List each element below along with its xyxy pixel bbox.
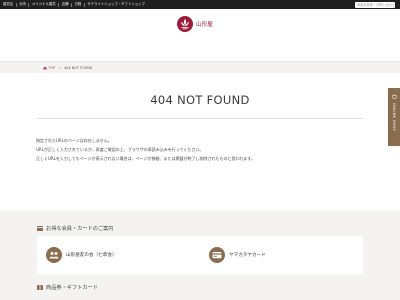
card-label: ヤマカタヤカード	[229, 253, 266, 258]
error-message-line: 正しくURLを入力してもページが表示されない場合は、ページが移動、または掲載が終…	[36, 156, 255, 161]
card-icon-circle	[209, 247, 225, 263]
members-section-title: お得な会員・カードのご案内	[46, 226, 114, 232]
online-shop-label: ONLINE SHOP	[392, 103, 396, 131]
members-section-header: お得な会員・カードのご案内	[37, 225, 113, 232]
top-nav-item[interactable]: サテライトショップ・ギフトショップ	[87, 0, 145, 9]
top-nav-item[interactable]: お肉	[19, 0, 26, 9]
error-message-line: 指定されたURLのページは存在しません。	[36, 138, 112, 143]
page-title: 404 NOT FOUND	[150, 93, 250, 107]
group-icon	[49, 252, 59, 259]
breadcrumb-separator: >	[58, 65, 62, 70]
breadcrumb-home-link[interactable]: TOP	[49, 66, 56, 70]
top-nav-divider	[28, 2, 30, 7]
tomo-no-kai-card[interactable]: 山形屋友の会（七草会）	[37, 236, 200, 274]
yamakataya-card[interactable]: ヤマカタヤカード	[200, 236, 363, 274]
shop-icon	[391, 94, 397, 99]
logo-text: 山形屋	[196, 22, 213, 28]
gift-card-icon	[37, 285, 43, 290]
gifts-section-header: 商品券・ギフトカード	[37, 284, 98, 291]
card-label: 山形屋友の会（七草会）	[66, 253, 117, 258]
home-icon	[43, 66, 47, 70]
logo-mark-icon	[177, 16, 193, 32]
search-placeholder: 商品を検索・お問い合わせ	[357, 3, 396, 7]
top-nav-item[interactable]: 雑貨店	[3, 0, 13, 9]
top-nav-divider	[70, 2, 72, 7]
top-bar: 雑貨店 お肉 オリジナル雑貨 店舗 日程 サテライトショップ・ギフトショップ 商…	[0, 0, 400, 9]
card-icon-circle	[46, 247, 62, 263]
breadcrumb-current: 404 NOT FOUND	[64, 65, 93, 70]
title-divider	[37, 118, 363, 119]
credit-card-icon	[212, 252, 222, 259]
top-nav-item[interactable]: 日程	[74, 0, 81, 9]
top-nav-divider	[15, 2, 17, 7]
online-shop-tab[interactable]: ONLINE SHOP	[388, 88, 400, 146]
top-nav: 雑貨店 お肉 オリジナル雑貨 店舗 日程 サテライトショップ・ギフトショップ	[3, 0, 145, 9]
search-input[interactable]: 商品を検索・お問い合わせ	[355, 1, 396, 8]
top-nav-item[interactable]: 店舗	[62, 0, 69, 9]
top-nav-divider	[58, 2, 60, 7]
error-message-line: URLが正しく入力されているか、再度ご確認の上、ブラウザの再読み込みを行ってくだ…	[36, 147, 204, 152]
breadcrumb: TOP > 404 NOT FOUND	[43, 62, 92, 73]
top-nav-divider	[83, 2, 85, 7]
top-nav-item[interactable]: オリジナル雑貨	[32, 0, 56, 9]
card-icon	[37, 226, 43, 231]
site-logo[interactable]: 山形屋	[177, 16, 213, 32]
gifts-section-title: 商品券・ギフトカード	[46, 285, 98, 291]
breadcrumb-bar: TOP > 404 NOT FOUND	[0, 61, 400, 73]
